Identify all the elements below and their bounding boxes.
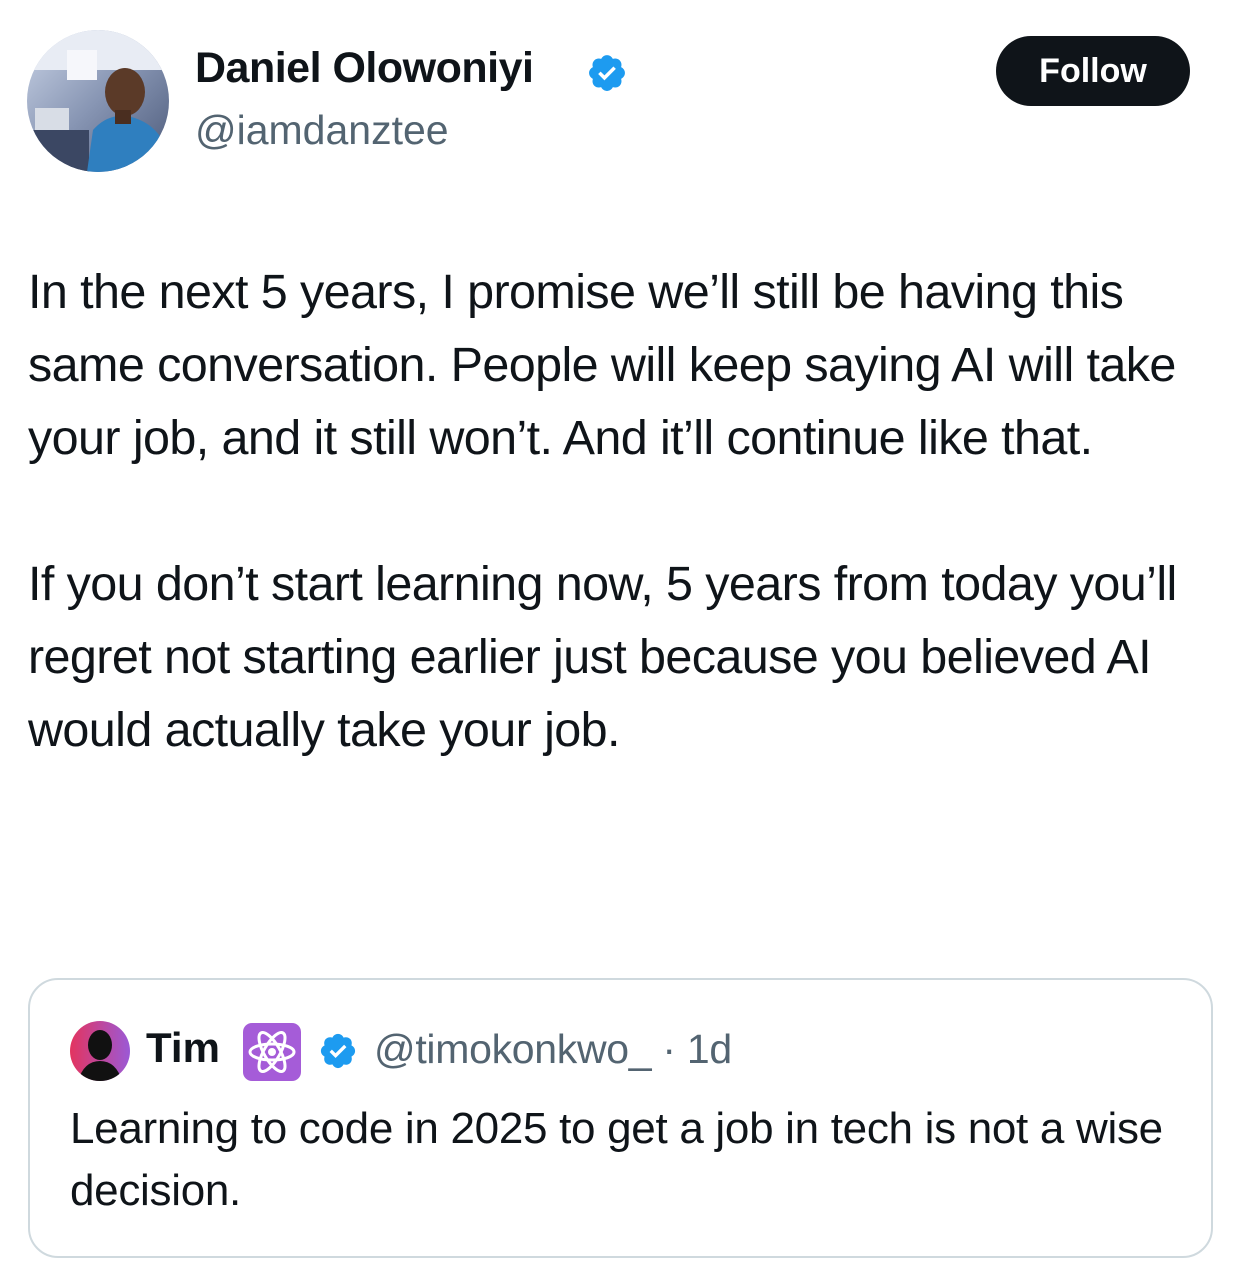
verified-badge-icon xyxy=(589,55,625,91)
quoted-tweet-card[interactable]: Tim @timokonkwo_ · 1d Learning to code i… xyxy=(28,978,1213,1258)
author-avatar[interactable] xyxy=(27,30,169,172)
quote-author-avatar[interactable] xyxy=(70,1021,130,1081)
verified-badge-icon xyxy=(320,1033,356,1069)
atom-emoji-icon xyxy=(243,1023,301,1081)
tweet-paragraph: In the next 5 years, I promise we’ll sti… xyxy=(28,265,1176,465)
follow-button[interactable]: Follow xyxy=(996,36,1190,106)
author-handle[interactable]: @iamdanztee xyxy=(195,107,449,154)
quote-author-name[interactable]: Tim xyxy=(146,1024,220,1072)
quote-author-handle-time[interactable]: @timokonkwo_ · 1d xyxy=(374,1026,732,1073)
tweet-paragraph: If you don’t start learning now, 5 years… xyxy=(28,557,1177,757)
tweet-body: In the next 5 years, I promise we’ll sti… xyxy=(28,256,1223,767)
quote-avatar-image xyxy=(70,1021,130,1081)
author-avatar-image xyxy=(27,30,169,172)
quote-text: Learning to code in 2025 to get a job in… xyxy=(70,1104,1163,1215)
author-display-name[interactable]: Daniel Olowoniyi xyxy=(195,44,534,93)
